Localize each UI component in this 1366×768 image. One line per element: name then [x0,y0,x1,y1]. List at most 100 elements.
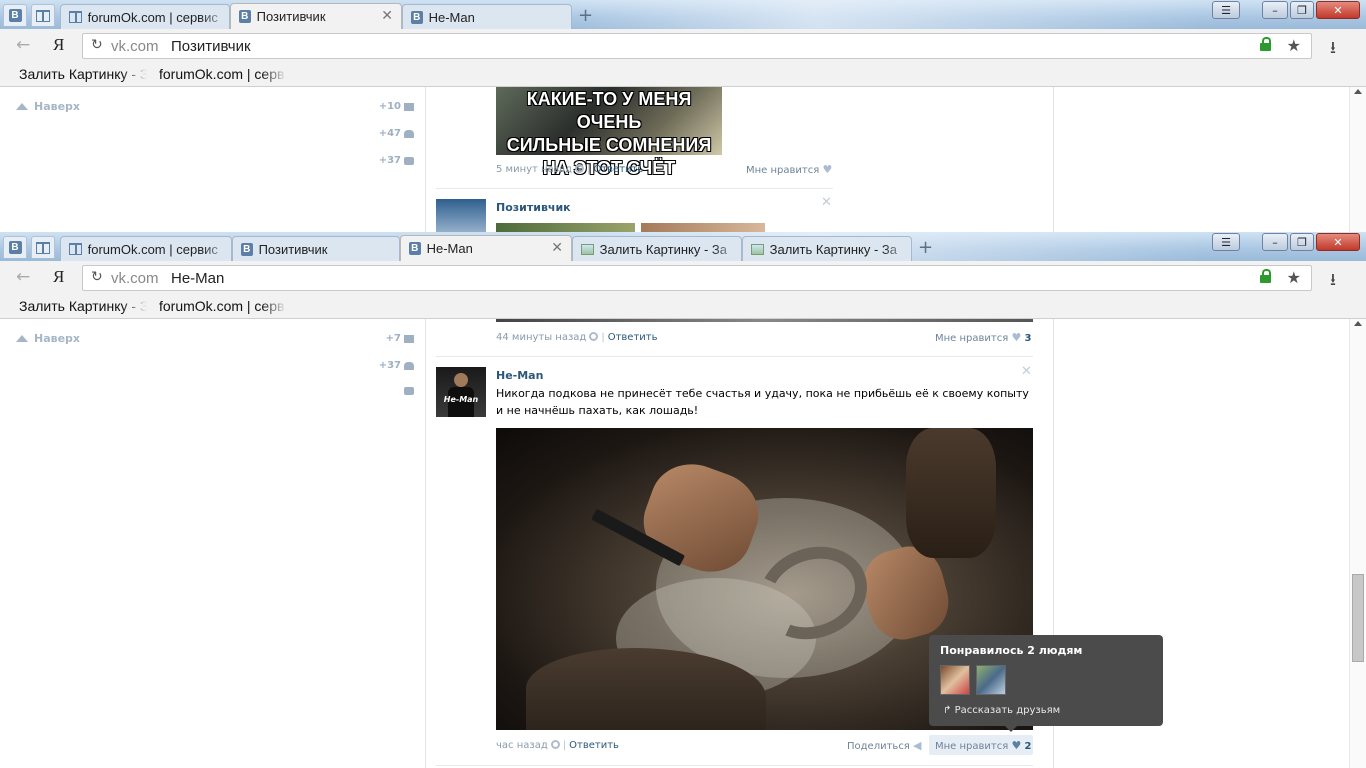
scrollbar[interactable] [1349,87,1366,232]
liker-avatar[interactable] [940,665,970,695]
pinned-tab-bookmarks[interactable] [31,236,55,258]
bookmark-forumok[interactable]: forumOk.com | серв [159,66,287,82]
reply-link[interactable]: Ответить [569,740,619,751]
post-author[interactable]: He-Man [496,369,543,382]
likes-tooltip-title[interactable]: Понравилось 2 людям [940,644,1082,657]
post-image[interactable] [496,223,635,232]
gear-icon[interactable] [575,164,585,173]
friends-counter[interactable]: +47 [379,128,414,139]
star-icon[interactable]: ★ [1287,268,1301,287]
close-window-button[interactable]: ✕ [1316,233,1360,251]
download-icon[interactable]: ⭳ [1330,35,1336,64]
page-content: Наверх +7 +37 44 минуты назад | Ответить М… [0,319,1366,768]
back-arrow-icon[interactable]: ← [16,35,30,55]
yandex-icon[interactable]: Я [53,267,64,287]
scrollbar-thumb[interactable] [1352,574,1364,662]
tab-pozitivchik[interactable]: В Позитивчик ✕ [230,3,402,29]
post-meta: 5 минут назад | Ответить [496,164,644,175]
post-image[interactable] [641,223,765,232]
minimize-button[interactable]: – [1262,233,1288,251]
tab-strip: В forumOk.com | сервис В Позитивчик В He… [0,232,1366,261]
pinned-tab-vk[interactable]: В [3,4,27,26]
post-time[interactable]: 5 минут назад [496,164,572,175]
pinned-tab-bookmarks[interactable] [31,4,55,26]
tab-close-icon[interactable]: ✕ [381,8,393,24]
page-content: Наверх +10 +47 +37 КАКИЕ-ТО У МЕНЯ ОЧЕНЬ… [0,87,1366,232]
bookmark-zalit[interactable]: Залить Картинку - З [19,298,147,314]
share-button[interactable]: Поделиться ◀ [847,739,921,752]
gear-icon[interactable] [550,740,560,749]
new-tab-button[interactable]: + [918,237,933,258]
messages-counter[interactable]: +7 [386,333,414,344]
scroll-up-icon[interactable] [1354,321,1362,326]
vk-icon: В [8,9,22,22]
comments-counter[interactable]: +37 [379,155,414,166]
avatar[interactable] [436,199,486,232]
tab-forumok[interactable]: forumOk.com | сервис [60,4,230,29]
scrollbar[interactable] [1349,319,1366,768]
close-window-button[interactable]: ✕ [1316,1,1360,19]
address-bar[interactable]: ↻ vk.com Позитивчик ★ [82,33,1312,59]
tab-label: Позитивчик [256,9,326,24]
tab-zalit-1[interactable]: Залить Картинку - За [572,236,742,261]
avatar[interactable]: He-Man [436,367,486,417]
address-bar[interactable]: ↻ vk.com He-Man ★ [82,265,1312,291]
reply-link[interactable]: Ответить [608,332,658,343]
star-icon[interactable]: ★ [1287,36,1301,55]
liker-avatar[interactable] [976,665,1006,695]
browser-menu-button[interactable]: ☰ [1212,1,1240,19]
vk-icon: В [411,10,423,24]
scroll-top-link[interactable]: Наверх [16,100,80,113]
reload-icon[interactable]: ↻ [91,269,103,285]
like-button[interactable]: Мне нравится ♥ [746,163,832,176]
tab-pozitivchik[interactable]: В Позитивчик [232,236,400,261]
back-arrow-icon[interactable]: ← [16,267,30,287]
bookmark-forumok[interactable]: forumOk.com | серв [159,298,287,314]
lock-icon[interactable] [1260,269,1271,284]
maximize-button[interactable]: ❐ [1290,233,1314,251]
post-time[interactable]: час назад [496,740,548,751]
vk-icon: В [8,241,22,254]
reload-icon[interactable]: ↻ [91,37,103,53]
book-icon [36,241,50,254]
scroll-up-icon[interactable] [1354,89,1362,94]
post-text: Никогда подкова не принесёт тебе счастья… [496,387,1029,417]
reply-link[interactable]: Ответить [593,164,643,175]
lock-icon[interactable] [1260,37,1271,52]
post-meta: час назад | Ответить [496,740,619,751]
yandex-icon[interactable]: Я [53,35,64,55]
messages-counter[interactable]: +10 [379,101,414,112]
browser-window-top: В forumOk.com | сервис В Позитивчик ✕ В … [0,0,1366,232]
gear-icon[interactable] [589,332,599,341]
delete-post-icon[interactable]: ✕ [821,195,832,210]
tab-close-icon[interactable]: ✕ [551,240,563,256]
tab-zalit-2[interactable]: Залить Картинку - За [742,236,912,261]
mail-icon [404,102,414,111]
download-icon[interactable]: ⭳ [1330,267,1336,296]
tell-friends-link[interactable]: ↱ Рассказать друзьям [943,705,1060,716]
tab-forumok[interactable]: forumOk.com | сервис [60,236,232,261]
tab-heman[interactable]: В He-Man ✕ [400,235,572,261]
post-author[interactable]: Позитивчик [496,201,571,214]
delete-post-icon[interactable]: ✕ [1021,364,1032,379]
friends-counter[interactable]: +37 [379,360,414,371]
bookmark-zalit[interactable]: Залить Картинку - З [19,66,147,82]
tab-heman[interactable]: В He-Man [402,4,572,29]
meme-image[interactable]: КАКИЕ-ТО У МЕНЯ ОЧЕНЬ СИЛЬНЫЕ СОМНЕНИЯ Н… [496,87,722,178]
previous-post-image[interactable] [496,319,1033,322]
like-count: 2 [1024,741,1032,752]
new-tab-button[interactable]: + [578,5,593,26]
maximize-button[interactable]: ❐ [1290,1,1314,19]
image-upload-icon [581,243,594,255]
people-icon [404,361,414,370]
like-button[interactable]: Мне нравится ♥ 2 [935,739,1031,752]
post-time[interactable]: 44 минуты назад [496,332,586,343]
comments-counter[interactable] [404,387,414,395]
heart-icon: ♥ [1011,331,1022,344]
pinned-tab-vk[interactable]: В [3,236,27,258]
like-button[interactable]: Мне нравится ♥ 3 [935,331,1031,344]
scroll-top-link[interactable]: Наверх [16,332,80,345]
book-icon [69,243,82,255]
minimize-button[interactable]: – [1262,1,1288,19]
browser-menu-button[interactable]: ☰ [1212,233,1240,251]
